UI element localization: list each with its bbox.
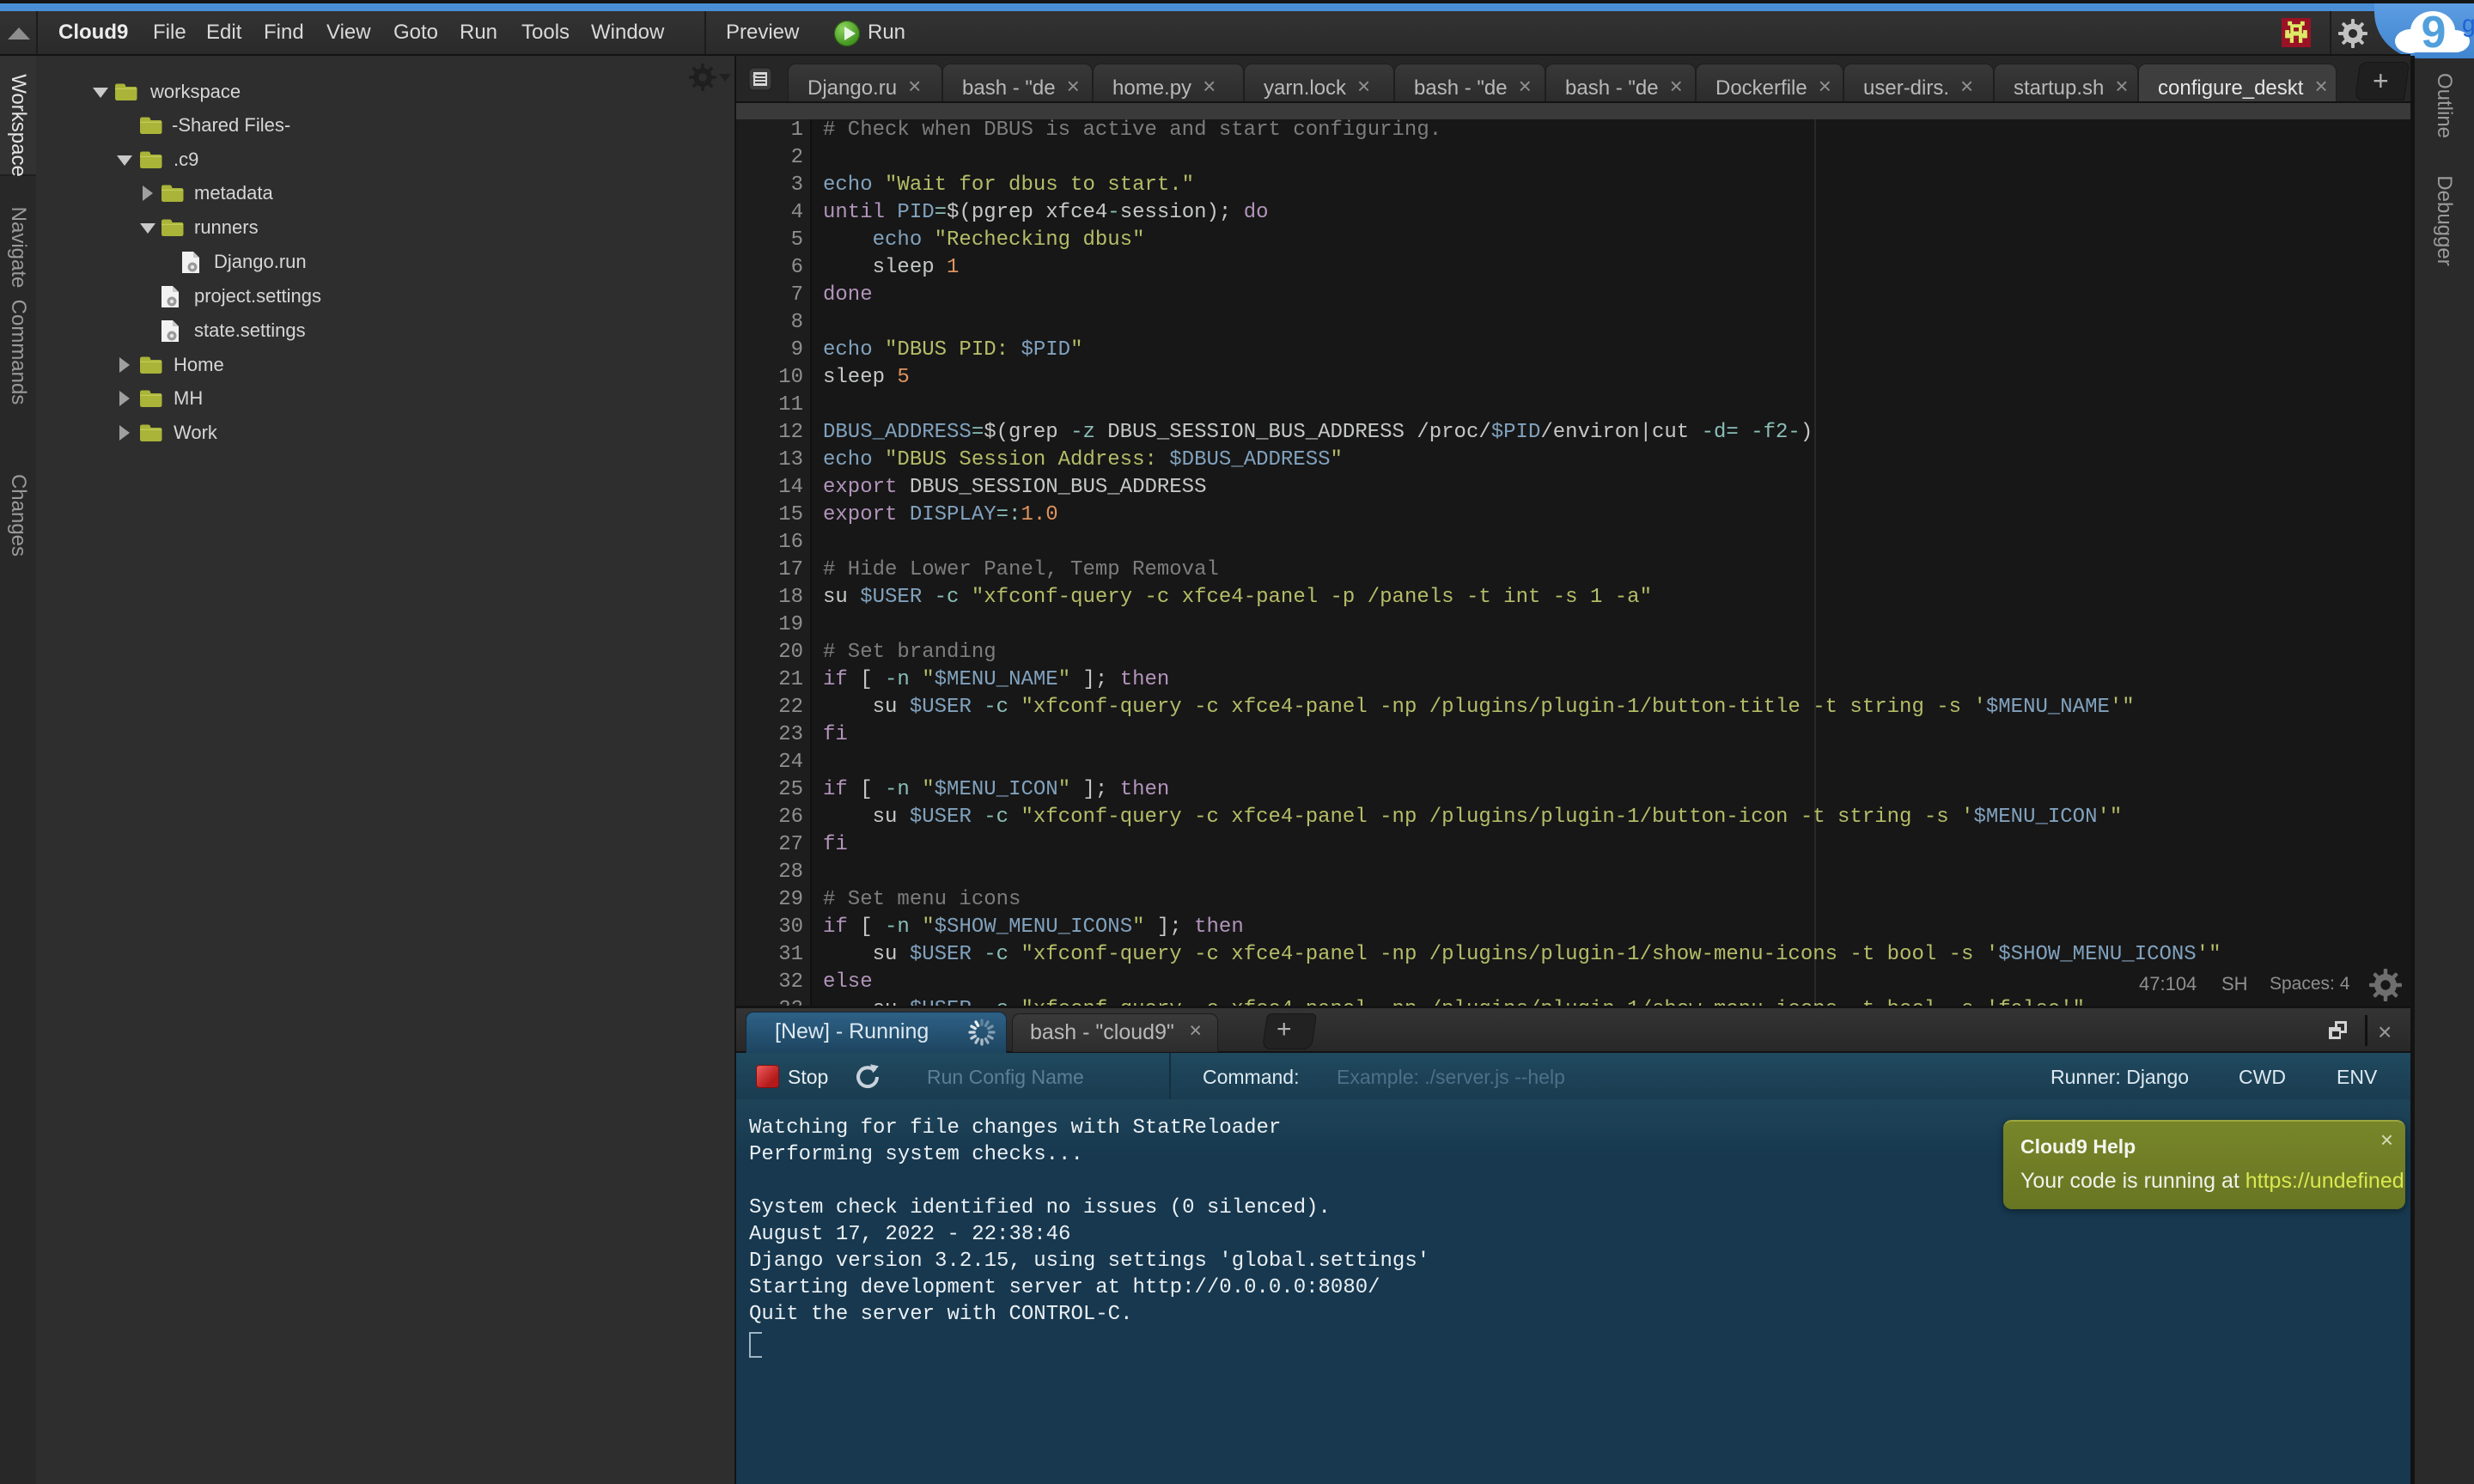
svg-text:9: 9 [2422,8,2447,58]
